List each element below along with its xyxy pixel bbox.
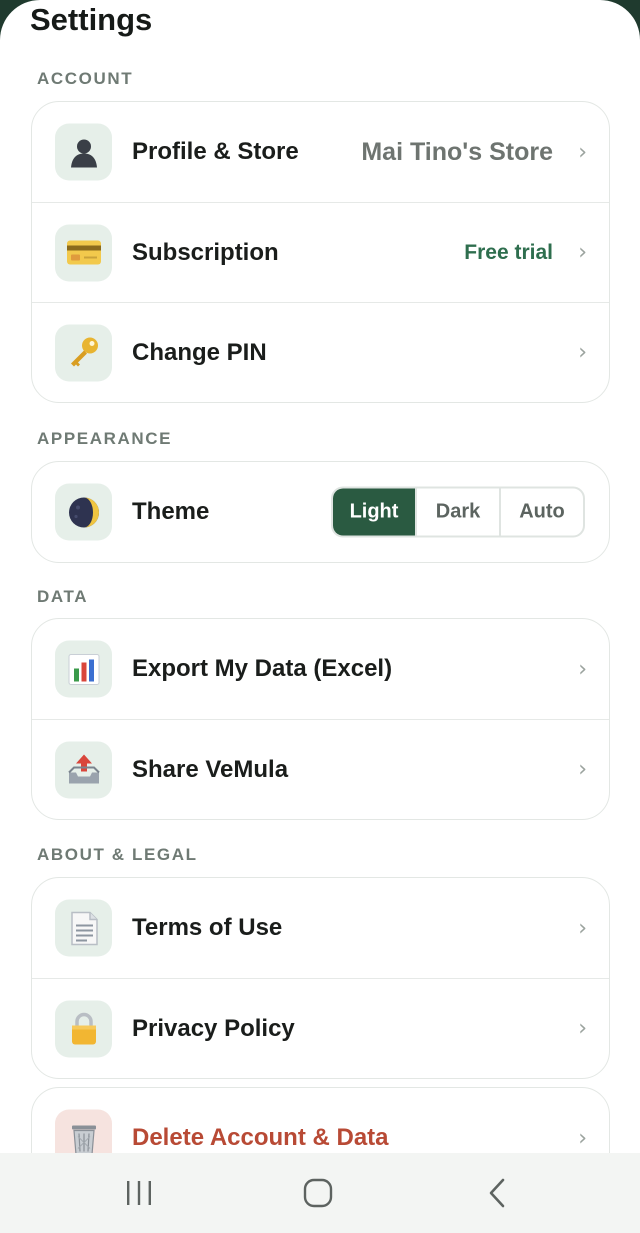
bar-chart-icon [55,640,112,698]
account-card: Profile & Store Mai Tino's Store › Subsc… [31,101,610,403]
lock-icon [55,1000,112,1057]
section-label-account: ACCOUNT [37,69,134,88]
change-pin-row[interactable]: Change PIN › [32,302,609,402]
theme-option-light[interactable]: Light [333,488,415,536]
theme-label: Theme [132,498,210,525]
key-icon [55,324,112,381]
privacy-row[interactable]: Privacy Policy › [32,978,609,1078]
settings-screen: Settings ACCOUNT Profile & Store Mai Tin… [0,0,640,1233]
terms-label: Terms of Use [132,914,283,941]
page-title: Settings [30,2,153,37]
section-label-data: DATA [37,587,89,606]
outbox-tray-icon [55,741,112,798]
terms-row[interactable]: Terms of Use › [32,878,609,978]
theme-segmented-control: Light Dark Auto [331,486,585,538]
privacy-label: Privacy Policy [132,1014,295,1042]
chevron-right-icon: › [578,240,587,265]
chevron-right-icon: › [578,656,587,682]
section-label-appearance: APPEARANCE [37,429,173,448]
theme-option-dark[interactable]: Dark [415,488,499,536]
moon-icon [55,483,112,541]
export-data-label: Export My Data (Excel) [132,655,393,682]
person-icon [55,123,112,181]
theme-option-auto[interactable]: Auto [499,488,583,536]
delete-account-label: Delete Account & Data [132,1124,389,1151]
profile-store-label: Profile & Store [132,138,299,165]
appearance-card: Theme Light Dark Auto [31,461,610,563]
store-name-value: Mai Tino's Store [361,137,553,166]
back-icon[interactable] [467,1173,527,1213]
subscription-row[interactable]: Subscription Free trial › [32,202,609,302]
chevron-right-icon: › [578,1125,587,1151]
data-card: Export My Data (Excel) › Share VeMula › [31,618,610,820]
chevron-right-icon: › [578,1016,587,1041]
system-navigation-bar [0,1153,640,1233]
chevron-right-icon: › [578,139,587,165]
about-card: Terms of Use › Privacy Policy › [31,877,610,1079]
chevron-right-icon: › [578,340,587,365]
recent-apps-icon[interactable] [109,1173,169,1213]
share-app-row[interactable]: Share VeMula › [32,719,609,819]
chevron-right-icon: › [578,915,587,941]
home-icon[interactable] [288,1173,348,1213]
change-pin-label: Change PIN [132,338,267,366]
share-app-label: Share VeMula [132,755,289,783]
export-data-row[interactable]: Export My Data (Excel) › [32,619,609,719]
credit-card-icon [55,224,112,281]
document-icon [55,899,112,957]
subscription-label: Subscription [132,238,279,266]
subscription-status-value: Free trial [464,240,553,264]
theme-row: Theme Light Dark Auto [32,462,609,562]
chevron-right-icon: › [578,757,587,782]
profile-store-row[interactable]: Profile & Store Mai Tino's Store › [32,102,609,202]
section-label-about: ABOUT & LEGAL [37,845,198,864]
